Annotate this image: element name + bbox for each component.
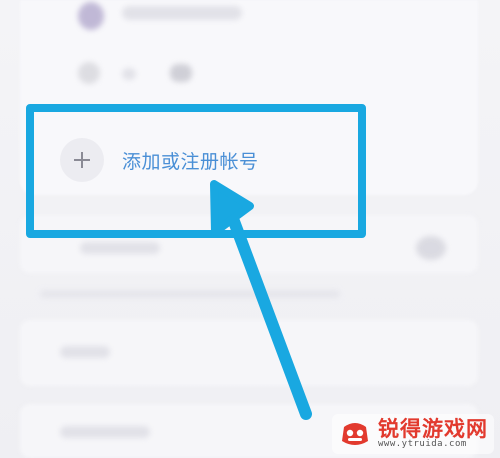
- watermark-name: 锐得游戏网: [378, 417, 488, 442]
- watermark-logo-icon: [342, 423, 368, 445]
- watermark: 锐得游戏网 www.ytruida.com: [332, 414, 494, 454]
- settings-item-text-blurred: [80, 242, 160, 254]
- settings-divider-blurred: [40, 290, 340, 300]
- watermark-text: 锐得游戏网 www.ytruida.com: [378, 418, 488, 449]
- settings-item-toggle-blurred: [416, 236, 446, 260]
- settings-item-content-blurred: [60, 236, 460, 260]
- avatar: [78, 62, 100, 84]
- settings-item-text-blurred: [60, 426, 150, 438]
- account-name-blurred: [122, 6, 242, 20]
- avatar: [78, 2, 104, 30]
- settings-item-content-blurred-3: [60, 424, 180, 444]
- highlight-frame: [26, 104, 366, 238]
- settings-divider-bar: [40, 290, 340, 298]
- watermark-url: www.ytruida.com: [378, 439, 467, 450]
- settings-item-text-blurred: [60, 346, 110, 358]
- settings-item-content-blurred-2: [60, 342, 180, 364]
- account-name-blurred: [122, 68, 136, 80]
- account-row-blurred: [60, 0, 280, 34]
- account-row-blurred-2: [60, 58, 280, 92]
- account-name-blurred: [170, 64, 192, 82]
- account-screen: 添加或注册帐号 锐得游戏网 www.ytruida.com: [0, 0, 500, 458]
